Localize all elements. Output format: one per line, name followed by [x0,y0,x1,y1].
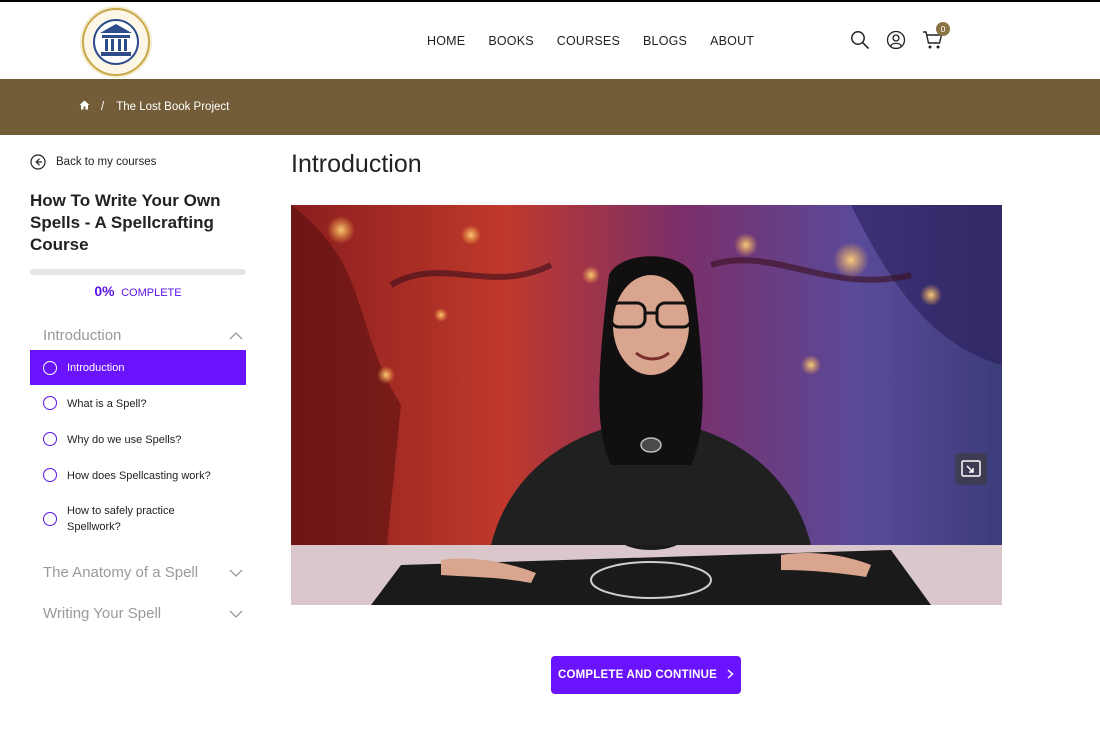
chevron-up-icon [229,331,243,339]
chevron-down-icon [229,569,243,577]
section-title: Introduction [43,327,122,344]
main-nav: HOME BOOKS COURSES BLOGS ABOUT [427,34,777,48]
breadcrumb: / The Lost Book Project [79,100,229,113]
lesson-label: What is a Spell? [67,398,147,410]
lesson-label: How does Spellcasting work? [67,470,211,482]
site-logo[interactable] [78,4,154,80]
cart-count-badge: 0 [936,22,950,36]
section-writing-your-spell[interactable]: Writing Your Spell [43,605,243,622]
lesson-how-spellcasting-works[interactable]: How does Spellcasting work? [30,468,246,484]
progress-text: 0% COMPLETE [30,283,246,301]
breadcrumb-current[interactable]: The Lost Book Project [116,101,229,113]
section-title: Writing Your Spell [43,605,162,622]
lesson-safely-practice[interactable]: How to safely practice Spellwork? [30,503,246,535]
section-introduction[interactable]: Introduction [43,327,243,344]
lesson-label: Why do we use Spells? [67,434,182,446]
lesson-what-is-a-spell[interactable]: What is a Spell? [30,396,246,412]
header-icons: 0 [850,22,958,50]
nav-blogs[interactable]: BLOGS [643,34,687,48]
nav-books[interactable]: BOOKS [488,34,533,48]
chevron-right-icon [727,668,734,682]
back-arrow-icon [30,154,46,170]
lesson-why-use-spells[interactable]: Why do we use Spells? [30,432,246,448]
course-progress-bar [30,269,246,275]
nav-courses[interactable]: COURSES [557,34,620,48]
back-to-courses-link[interactable]: Back to my courses [30,154,156,170]
lesson-status-icon [43,512,57,526]
lesson-status-icon [43,468,57,482]
progress-percent: 0% [94,283,115,299]
complete-and-continue-button[interactable]: COMPLETE AND CONTINUE [551,656,741,694]
chevron-down-icon [229,610,243,618]
nav-about[interactable]: ABOUT [710,34,754,48]
picture-in-picture-icon [961,460,981,477]
site-header: HOME BOOKS COURSES BLOGS ABOUT 0 [0,2,1100,79]
progress-label: COMPLETE [121,287,182,299]
lesson-status-icon [43,432,57,446]
section-title: The Anatomy of a Spell [43,564,199,581]
user-icon[interactable] [886,30,906,50]
nav-home[interactable]: HOME [427,34,465,48]
cart-icon[interactable]: 0 [922,22,950,50]
lesson-status-icon [43,360,57,375]
breadcrumb-bar: / The Lost Book Project [0,79,1100,135]
cta-label: COMPLETE AND CONTINUE [557,669,718,681]
back-label: Back to my courses [56,156,157,168]
course-sidebar: Back to my courses How To Write Your Own… [0,135,270,729]
lesson-video[interactable] [291,205,1002,605]
picture-in-picture-button[interactable] [955,453,987,485]
home-icon[interactable] [79,100,90,113]
lesson-label: Introduction [67,361,125,374]
course-title: How To Write Your Own Spells - A Spellcr… [30,191,221,254]
section-anatomy-of-a-spell[interactable]: The Anatomy of a Spell [43,564,243,581]
lesson-label: How to safely practice Spellwork? [67,505,175,533]
search-icon[interactable] [850,30,870,50]
lesson-title: Introduction [291,150,422,178]
lesson-status-icon [43,396,57,410]
breadcrumb-separator: / [101,100,105,113]
lesson-introduction[interactable]: Introduction [30,350,246,385]
